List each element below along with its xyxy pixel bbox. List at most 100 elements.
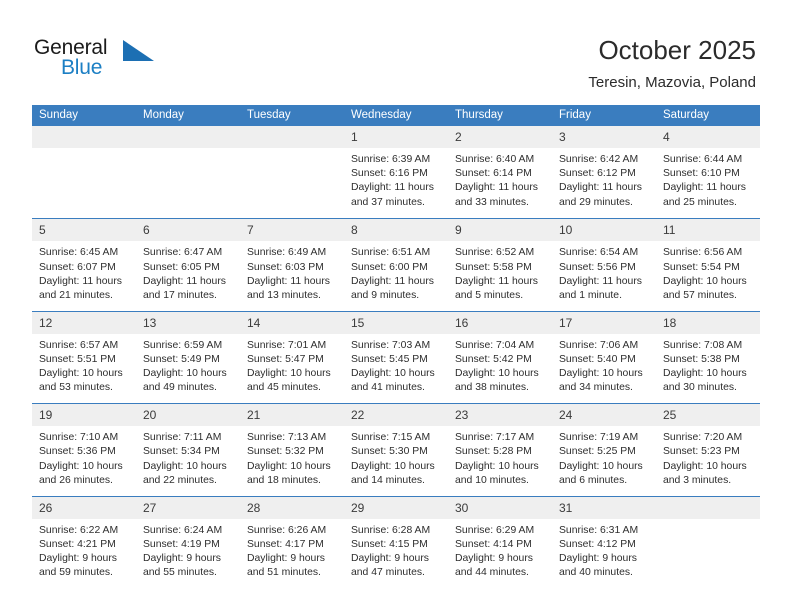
day-cell-9[interactable]: 9 Sunrise: 6:52 AM Sunset: 5:58 PM Daylight… bbox=[448, 219, 552, 311]
day-detail-line: and 13 minutes. bbox=[247, 290, 321, 301]
day-cell-31[interactable]: 31 Sunrise: 6:31 AM Sunset: 4:12 PM Dayligh… bbox=[552, 496, 656, 588]
triangle-icon bbox=[123, 40, 154, 61]
day-detail-line: Sunrise: 7:13 AM bbox=[247, 432, 327, 444]
day-number: 9 bbox=[455, 223, 462, 238]
day-number-band: 13 bbox=[136, 311, 240, 334]
day-detail-line: Sunrise: 6:59 AM bbox=[143, 339, 223, 351]
day-details: Sunrise: 7:06 AM Sunset: 5:40 PM Daylight:… bbox=[552, 334, 656, 396]
day-number-band: 7 bbox=[240, 219, 344, 242]
day-detail-line: Sunrise: 7:01 AM bbox=[247, 339, 327, 351]
calendar-page: General Blue October 2025 Teresin, Mazov… bbox=[0, 0, 792, 612]
day-details: Sunrise: 6:49 AM Sunset: 6:03 PM Daylight:… bbox=[240, 241, 344, 303]
day-cell-3[interactable]: 3 Sunrise: 6:42 AM Sunset: 6:12 PM Daylight… bbox=[552, 126, 656, 219]
week-row: 12 Sunrise: 6:57 AM Sunset: 5:51 PM Dayligh… bbox=[32, 310, 760, 404]
day-details: Sunrise: 6:44 AM Sunset: 6:10 PM Daylight:… bbox=[656, 148, 760, 210]
day-cell-10[interactable]: 10 Sunrise: 6:54 AM Sunset: 5:56 PM Dayligh… bbox=[552, 219, 656, 311]
day-cell-19[interactable]: 19 Sunrise: 7:10 AM Sunset: 5:36 PM Dayligh… bbox=[32, 404, 136, 496]
day-detail-line: Sunrise: 6:47 AM bbox=[143, 247, 223, 259]
day-detail-line: Sunset: 5:56 PM bbox=[559, 261, 636, 273]
day-detail-line: and 55 minutes. bbox=[143, 567, 217, 579]
day-cell-empty bbox=[240, 126, 344, 219]
day-detail-line: Daylight: 10 hours bbox=[143, 460, 227, 472]
weekday-header-sunday: Sunday bbox=[39, 109, 79, 121]
day-cell-14[interactable]: 14 Sunrise: 7:01 AM Sunset: 5:47 PM Dayligh… bbox=[240, 311, 344, 404]
day-cell-6[interactable]: 6 Sunrise: 6:47 AM Sunset: 6:05 PM Daylight… bbox=[136, 219, 240, 311]
week-row: 26 Sunrise: 6:22 AM Sunset: 4:21 PM Dayligh… bbox=[32, 495, 760, 588]
day-detail-line: Sunrise: 6:22 AM bbox=[39, 524, 119, 536]
day-number: 5 bbox=[39, 223, 46, 238]
day-cell-25[interactable]: 25 Sunrise: 7:20 AM Sunset: 5:23 PM Dayligh… bbox=[656, 404, 760, 496]
day-detail-line: Sunrise: 6:42 AM bbox=[559, 154, 639, 165]
day-detail-line: and 26 minutes. bbox=[39, 474, 113, 486]
day-details: Sunrise: 6:22 AM Sunset: 4:21 PM Daylight:… bbox=[32, 519, 136, 581]
day-detail-line: and 53 minutes. bbox=[39, 382, 113, 394]
day-detail-line: and 5 minutes. bbox=[455, 290, 524, 301]
day-cell-7[interactable]: 7 Sunrise: 6:49 AM Sunset: 6:03 PM Daylight… bbox=[240, 219, 344, 311]
day-number: 15 bbox=[351, 315, 365, 330]
day-details: Sunrise: 6:52 AM Sunset: 5:58 PM Daylight:… bbox=[448, 241, 552, 303]
weekday-header-row: Sunday Monday Tuesday Wednesday Thursday Frid… bbox=[32, 105, 760, 126]
day-cell-15[interactable]: 15 Sunrise: 7:03 AM Sunset: 5:45 PM Dayligh… bbox=[344, 311, 448, 404]
day-detail-line: and 22 minutes. bbox=[143, 474, 217, 486]
day-cell-20[interactable]: 20 Sunrise: 7:11 AM Sunset: 5:34 PM Dayligh… bbox=[136, 404, 240, 496]
brand-logo[interactable]: General Blue bbox=[34, 36, 164, 84]
day-detail-line: Sunrise: 7:19 AM bbox=[559, 432, 639, 444]
day-number-band: 8 bbox=[344, 219, 448, 242]
day-cell-8[interactable]: 8 Sunrise: 6:51 AM Sunset: 6:00 PM Daylight… bbox=[344, 219, 448, 311]
day-details: Sunrise: 6:26 AM Sunset: 4:17 PM Daylight:… bbox=[240, 519, 344, 581]
day-details: Sunrise: 7:10 AM Sunset: 5:36 PM Daylight:… bbox=[32, 426, 136, 488]
day-details: Sunrise: 7:08 AM Sunset: 5:38 PM Daylight:… bbox=[656, 334, 760, 396]
day-details: Sunrise: 6:31 AM Sunset: 4:12 PM Daylight:… bbox=[552, 519, 656, 581]
day-cell-empty bbox=[656, 496, 760, 588]
day-detail-line: Sunrise: 7:06 AM bbox=[559, 339, 639, 351]
day-number: 8 bbox=[351, 223, 358, 238]
day-detail-line: Daylight: 11 hours bbox=[455, 182, 538, 194]
day-number-band: 25 bbox=[656, 404, 760, 427]
day-number: 14 bbox=[247, 315, 261, 330]
day-number: 13 bbox=[143, 315, 157, 330]
day-cell-21[interactable]: 21 Sunrise: 7:13 AM Sunset: 5:32 PM Dayligh… bbox=[240, 404, 344, 496]
day-number-band: 14 bbox=[240, 311, 344, 334]
day-cell-17[interactable]: 17 Sunrise: 7:06 AM Sunset: 5:40 PM Dayligh… bbox=[552, 311, 656, 404]
day-cell-5[interactable]: 5 Sunrise: 6:45 AM Sunset: 6:07 PM Daylight… bbox=[32, 219, 136, 311]
day-number: 17 bbox=[559, 315, 573, 330]
day-cell-11[interactable]: 11 Sunrise: 6:56 AM Sunset: 5:54 PM Dayligh… bbox=[656, 219, 760, 311]
day-cell-18[interactable]: 18 Sunrise: 7:08 AM Sunset: 5:38 PM Dayligh… bbox=[656, 311, 760, 404]
day-cell-4[interactable]: 4 Sunrise: 6:44 AM Sunset: 6:10 PM Daylight… bbox=[656, 126, 760, 219]
day-cell-29[interactable]: 29 Sunrise: 6:28 AM Sunset: 4:15 PM Dayligh… bbox=[344, 496, 448, 588]
day-detail-line: Daylight: 11 hours bbox=[663, 182, 746, 194]
day-details: Sunrise: 7:13 AM Sunset: 5:32 PM Daylight:… bbox=[240, 426, 344, 488]
day-detail-line: and 41 minutes. bbox=[351, 382, 425, 394]
day-cell-27[interactable]: 27 Sunrise: 6:24 AM Sunset: 4:19 PM Dayligh… bbox=[136, 496, 240, 588]
day-number: 20 bbox=[143, 408, 157, 423]
day-cell-1[interactable]: 1 Sunrise: 6:39 AM Sunset: 6:16 PM Daylight… bbox=[344, 126, 448, 219]
day-cell-16[interactable]: 16 Sunrise: 7:04 AM Sunset: 5:42 PM Dayligh… bbox=[448, 311, 552, 404]
day-detail-line: Daylight: 9 hours bbox=[143, 552, 221, 564]
day-number-band: 11 bbox=[656, 219, 760, 242]
day-detail-line: Daylight: 10 hours bbox=[351, 460, 435, 472]
day-cell-12[interactable]: 12 Sunrise: 6:57 AM Sunset: 5:51 PM Dayligh… bbox=[32, 311, 136, 404]
day-detail-line: and 51 minutes. bbox=[247, 567, 321, 579]
day-cell-13[interactable]: 13 Sunrise: 6:59 AM Sunset: 5:49 PM Dayligh… bbox=[136, 311, 240, 404]
day-details: Sunrise: 6:39 AM Sunset: 6:16 PM Daylight:… bbox=[344, 148, 448, 210]
day-cell-24[interactable]: 24 Sunrise: 7:19 AM Sunset: 5:25 PM Dayligh… bbox=[552, 404, 656, 496]
day-cell-28[interactable]: 28 Sunrise: 6:26 AM Sunset: 4:17 PM Dayligh… bbox=[240, 496, 344, 588]
day-detail-line: and 10 minutes. bbox=[455, 474, 529, 486]
day-number-band bbox=[656, 496, 760, 519]
day-cell-22[interactable]: 22 Sunrise: 7:15 AM Sunset: 5:30 PM Dayligh… bbox=[344, 404, 448, 496]
week-row: 19 Sunrise: 7:10 AM Sunset: 5:36 PM Dayligh… bbox=[32, 403, 760, 496]
day-detail-line: and 45 minutes. bbox=[247, 382, 321, 394]
day-detail-line: Sunset: 5:32 PM bbox=[247, 446, 324, 458]
day-number: 12 bbox=[39, 315, 53, 330]
day-cell-23[interactable]: 23 Sunrise: 7:17 AM Sunset: 5:28 PM Dayligh… bbox=[448, 404, 552, 496]
day-detail-line: Sunrise: 7:08 AM bbox=[663, 339, 743, 351]
day-number-band: 10 bbox=[552, 219, 656, 242]
day-detail-line: Daylight: 10 hours bbox=[663, 460, 747, 472]
day-details: Sunrise: 7:04 AM Sunset: 5:42 PM Daylight:… bbox=[448, 334, 552, 396]
day-cell-26[interactable]: 26 Sunrise: 6:22 AM Sunset: 4:21 PM Dayligh… bbox=[32, 496, 136, 588]
day-cell-2[interactable]: 2 Sunrise: 6:40 AM Sunset: 6:14 PM Daylight… bbox=[448, 126, 552, 219]
day-details: Sunrise: 7:17 AM Sunset: 5:28 PM Daylight:… bbox=[448, 426, 552, 488]
calendar-weeks: 1 Sunrise: 6:39 AM Sunset: 6:16 PM Daylight… bbox=[32, 126, 760, 588]
day-cell-30[interactable]: 30 Sunrise: 6:29 AM Sunset: 4:14 PM Dayligh… bbox=[448, 496, 552, 588]
day-number-band: 30 bbox=[448, 496, 552, 519]
